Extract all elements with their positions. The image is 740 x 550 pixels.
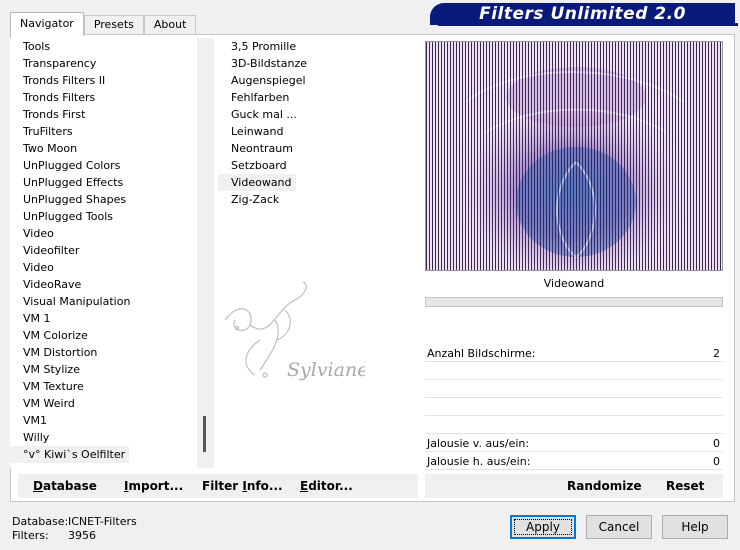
tab-about[interactable]: About xyxy=(143,15,197,34)
preview-image xyxy=(425,41,723,271)
filter-list[interactable]: 3,5 Promille 3D-Bildstanze Augenspiegel Feh… xyxy=(218,38,418,468)
category-list-item[interactable]: TruFilters xyxy=(10,123,196,140)
randomize-button[interactable]: Randomize xyxy=(567,474,641,498)
parameter-row[interactable]: Jalousie h. aus/ein: 0 xyxy=(425,453,723,470)
category-list-item[interactable]: Tools xyxy=(10,38,196,55)
tab-bar: Navigator Presets About xyxy=(10,12,197,36)
category-list-item[interactable]: UnPlugged Shapes xyxy=(10,191,196,208)
parameter-row[interactable]: Jalousie v. aus/ein: 0 xyxy=(425,435,723,452)
category-list[interactable]: Tools Transparency Tronds Filters II Tronds… xyxy=(10,38,196,468)
category-list-item[interactable]: VM Stylize xyxy=(10,361,196,378)
category-list-item[interactable]: UnPlugged Colors xyxy=(10,157,196,174)
watermark-text: Sylviane xyxy=(287,359,365,381)
cancel-button[interactable]: Cancel xyxy=(586,515,652,539)
watermark-logo: Sylviane xyxy=(215,280,368,393)
category-list-item[interactable]: UnPlugged Tools xyxy=(10,208,196,225)
database-value: ICNET-Filters xyxy=(68,515,137,528)
tab-navigator[interactable]: Navigator xyxy=(10,12,84,36)
category-list-item[interactable]: Tronds Filters xyxy=(10,89,196,106)
category-list-item[interactable]: Video xyxy=(10,225,196,242)
category-list-item[interactable]: UnPlugged Effects xyxy=(10,174,196,191)
status-area: Database:ICNET-Filters Filters: 3956 xyxy=(12,515,137,543)
parameter-panel: Anzahl Bildschirme: 2 Jalousie v. aus/ein:… xyxy=(425,328,723,473)
parameter-row[interactable] xyxy=(425,381,723,398)
parameter-label: Jalousie v. aus/ein: xyxy=(427,437,530,450)
category-list-item[interactable]: °v° Kiwi`s Oelfilter xyxy=(10,446,130,463)
parameter-value[interactable]: 0 xyxy=(713,453,720,470)
category-list-item[interactable]: Visual Manipulation xyxy=(10,293,196,310)
filter-list-item[interactable]: Leinwand xyxy=(218,123,418,140)
parameter-row[interactable] xyxy=(425,399,723,416)
apply-button[interactable]: Apply xyxy=(510,515,576,539)
filter-list-item[interactable]: 3D-Bildstanze xyxy=(218,55,418,72)
left-toolbar: Database Import... Filter Info... Editor… xyxy=(18,474,418,498)
selected-filter-name: Videowand xyxy=(425,273,723,295)
database-button[interactable]: Database xyxy=(33,474,97,498)
filter-info-button[interactable]: Filter Info... xyxy=(202,474,283,498)
parameter-label: Jalousie h. aus/ein: xyxy=(427,455,531,468)
category-list-item[interactable]: Video xyxy=(10,259,196,276)
parameter-row[interactable] xyxy=(425,417,723,434)
category-list-item[interactable]: VM Texture xyxy=(10,378,196,395)
category-scrollbar-thumb[interactable] xyxy=(203,416,206,452)
editor-button[interactable]: Editor... xyxy=(300,474,353,498)
database-label: Database: xyxy=(12,515,69,528)
reset-button[interactable]: Reset xyxy=(666,474,704,498)
filter-list-item[interactable]: Neontraum xyxy=(218,140,418,157)
filter-list-item[interactable]: Videowand xyxy=(218,174,296,191)
import-button[interactable]: Import... xyxy=(124,474,183,498)
parameter-value[interactable]: 2 xyxy=(713,345,720,362)
category-list-item[interactable]: Tronds Filters II xyxy=(10,72,196,89)
category-list-item[interactable]: VideoRave xyxy=(10,276,196,293)
parameter-row[interactable] xyxy=(425,363,723,380)
category-list-item[interactable]: VM Colorize xyxy=(10,327,196,344)
filter-list-item[interactable]: 3,5 Promille xyxy=(218,38,418,55)
filter-list-item[interactable]: Guck mal ... xyxy=(218,106,418,123)
filter-list-item[interactable]: Zig-Zack xyxy=(218,191,418,208)
filter-list-item[interactable]: Augenspiegel xyxy=(218,72,418,89)
category-list-item[interactable]: Tronds First xyxy=(10,106,196,123)
category-scrollbar[interactable] xyxy=(197,38,214,468)
category-list-item[interactable]: VM 1 xyxy=(10,310,196,327)
title-banner: Filters Unlimited 2.0 xyxy=(430,3,738,26)
category-list-item[interactable]: Willy xyxy=(10,429,196,446)
category-list-item[interactable]: VM Weird xyxy=(10,395,196,412)
filters-count-value: 3956 xyxy=(68,529,96,542)
help-button[interactable]: Help xyxy=(662,515,728,539)
filter-list-item[interactable]: Fehlfarben xyxy=(218,89,418,106)
category-list-item[interactable]: VM Distortion xyxy=(10,344,196,361)
filters-count-label: Filters: xyxy=(12,529,49,542)
app-title: Filters Unlimited 2.0 xyxy=(479,4,686,24)
category-list-item[interactable]: Two Moon xyxy=(10,140,196,157)
category-list-item[interactable]: VM1 xyxy=(10,412,196,429)
right-toolbar: Randomize Reset xyxy=(425,474,723,498)
filter-list-item[interactable]: Setzboard xyxy=(218,157,418,174)
category-list-item[interactable]: Videofilter xyxy=(10,242,196,259)
parameter-row[interactable]: Anzahl Bildschirme: 2 xyxy=(425,345,723,362)
tab-presets[interactable]: Presets xyxy=(83,15,144,34)
category-list-item[interactable]: Transparency xyxy=(10,55,196,72)
progress-bar xyxy=(425,297,723,307)
parameter-value[interactable]: 0 xyxy=(713,435,720,452)
parameter-label: Anzahl Bildschirme: xyxy=(427,347,536,360)
